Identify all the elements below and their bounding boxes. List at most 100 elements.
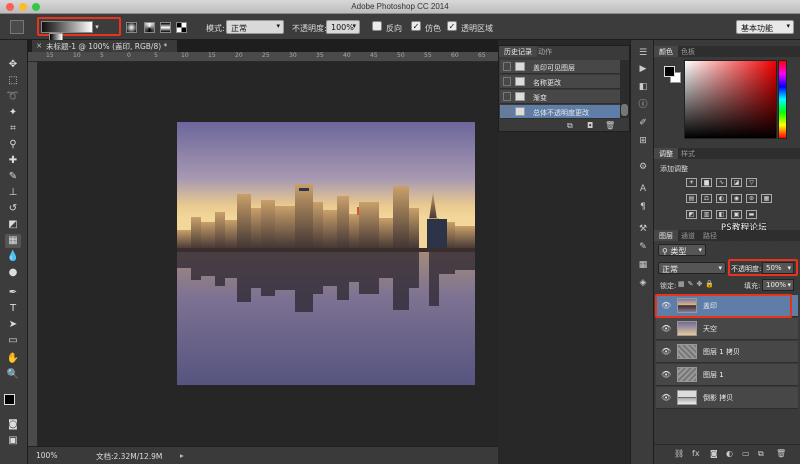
reflected-gradient-icon[interactable]: [160, 22, 171, 33]
mode-select[interactable]: 正常 ▾: [226, 20, 284, 34]
new-document-from-state-icon[interactable]: ⧉: [567, 121, 573, 131]
invert-icon[interactable]: ◩: [686, 210, 697, 219]
history-brush-tool-icon[interactable]: ↺: [5, 202, 21, 216]
layer-row[interactable]: 👁 图层 1 拷贝: [656, 341, 798, 363]
history-brush-source-icon[interactable]: [503, 62, 511, 71]
crop-tool-icon[interactable]: ⌗: [5, 122, 21, 136]
canvas-area[interactable]: [38, 62, 498, 446]
3d-panel-icon[interactable]: ◈: [636, 276, 650, 290]
blend-mode-select[interactable]: 正常 ▾: [658, 262, 726, 274]
character-panel-icon[interactable]: A: [636, 182, 650, 196]
history-item[interactable]: 总体不透明度更改: [500, 105, 620, 119]
tab-styles[interactable]: 样式: [676, 148, 700, 159]
foreground-color-swatch[interactable]: [664, 66, 675, 77]
layer-comps-icon[interactable]: ◧: [636, 80, 650, 94]
selective-color-icon[interactable]: ▣: [731, 210, 742, 219]
history-brush-source-icon[interactable]: [503, 77, 511, 86]
vibrance-icon[interactable]: ▽: [746, 178, 757, 187]
gradient-map-icon[interactable]: ▬: [746, 210, 757, 219]
pen-tool-icon[interactable]: ✒: [5, 286, 21, 300]
lock-icons[interactable]: ▦✎✥🔒: [678, 280, 717, 288]
radial-gradient-icon[interactable]: [126, 22, 137, 33]
history-scrollbar[interactable]: [620, 60, 629, 118]
actions-panel-icon[interactable]: ▶: [636, 62, 650, 76]
eyedropper-tool-icon[interactable]: ⚲: [5, 138, 21, 152]
brush-preset-icon[interactable]: ✐: [636, 116, 650, 130]
history-item[interactable]: 盖印可见图层: [500, 60, 620, 74]
eye-icon[interactable]: 👁: [661, 347, 671, 356]
brightness-contrast-icon[interactable]: ☀: [686, 178, 697, 187]
eye-icon[interactable]: 👁: [661, 393, 671, 402]
layer-filter-select[interactable]: ⚲ 类型 ▾: [658, 244, 706, 256]
clone-source-icon[interactable]: ⊞: [636, 134, 650, 148]
history-item[interactable]: 名称更改: [500, 75, 620, 89]
tool-presets-icon[interactable]: ⚒: [636, 222, 650, 236]
notes-icon[interactable]: ✎: [636, 240, 650, 254]
history-brush-source-icon[interactable]: [503, 92, 511, 101]
path-selection-tool-icon[interactable]: ➤: [5, 318, 21, 332]
reverse-checkbox[interactable]: [372, 21, 382, 31]
tab-layers[interactable]: 图层: [654, 230, 678, 241]
color-balance-icon[interactable]: ⚖: [701, 194, 712, 203]
close-icon[interactable]: ×: [36, 41, 42, 50]
info-panel-icon[interactable]: ⓘ: [636, 98, 650, 112]
hand-tool-icon[interactable]: ✋: [5, 352, 21, 366]
photo-filter-icon[interactable]: ◉: [731, 194, 742, 203]
layer-row[interactable]: 👁 天空: [656, 318, 798, 340]
channel-mixer-icon[interactable]: ⊛: [746, 194, 757, 203]
brush-tool-icon[interactable]: ✎: [5, 170, 21, 184]
tab-actions[interactable]: 动作: [533, 46, 557, 57]
color-spectrum[interactable]: [684, 60, 777, 139]
eraser-tool-icon[interactable]: ◩: [5, 218, 21, 232]
tab-swatches[interactable]: 色板: [676, 46, 700, 57]
gradient-tool-icon[interactable]: ▦: [5, 234, 21, 248]
layer-row[interactable]: 👁 倒影 拷贝: [656, 387, 798, 409]
link-layers-icon[interactable]: ⛓: [674, 449, 684, 458]
camera-icon[interactable]: ◘: [587, 121, 593, 130]
add-mask-icon[interactable]: ◙: [710, 449, 718, 458]
chevron-down-icon[interactable]: ▾: [93, 21, 101, 33]
posterize-icon[interactable]: ▥: [701, 210, 712, 219]
tab-adjustments[interactable]: 调整: [654, 148, 678, 159]
paragraph-panel-icon[interactable]: ¶: [636, 200, 650, 214]
new-layer-icon[interactable]: ⧉: [758, 449, 764, 459]
new-adjustment-layer-icon[interactable]: ◐: [726, 449, 733, 458]
workspace-select[interactable]: 基本功能 ▾: [736, 20, 794, 34]
threshold-icon[interactable]: ◧: [716, 210, 727, 219]
healing-brush-tool-icon[interactable]: ✚: [5, 154, 21, 168]
marquee-tool-icon[interactable]: ⬚: [5, 74, 21, 88]
canvas-image[interactable]: [177, 122, 475, 385]
eye-icon[interactable]: 👁: [661, 324, 671, 333]
tab-color[interactable]: 颜色: [654, 46, 678, 57]
move-tool-icon[interactable]: ✥: [5, 58, 21, 72]
chevron-right-icon[interactable]: ▸: [180, 451, 184, 460]
trash-icon[interactable]: 🗑: [605, 121, 615, 130]
diamond-gradient-icon[interactable]: [176, 22, 187, 33]
layer-row[interactable]: 👁 图层 1: [656, 364, 798, 386]
dither-checkbox[interactable]: ✓: [411, 21, 421, 31]
properties-icon[interactable]: ⚙: [636, 160, 650, 174]
curves-icon[interactable]: ∿: [716, 178, 727, 187]
lasso-tool-icon[interactable]: ➰: [5, 90, 21, 104]
hue-saturation-icon[interactable]: ▤: [686, 194, 697, 203]
gradient-tool-preset-icon[interactable]: [10, 20, 24, 34]
dodge-tool-icon[interactable]: ●: [5, 266, 21, 280]
tab-paths[interactable]: 路径: [698, 230, 722, 241]
eye-icon[interactable]: 👁: [661, 370, 671, 379]
levels-icon[interactable]: ▆: [701, 178, 712, 187]
shape-tool-icon[interactable]: ▭: [5, 334, 21, 348]
swatches-grid-icon[interactable]: ▦: [636, 258, 650, 272]
fill-input[interactable]: 100% ▾: [762, 279, 794, 291]
gradient-swatch[interactable]: [41, 21, 93, 33]
layer-opacity-input[interactable]: 50% ▾: [762, 262, 794, 274]
history-panel-icon[interactable]: ☰: [636, 46, 650, 60]
type-tool-icon[interactable]: T: [5, 302, 21, 316]
history-item[interactable]: 渐变: [500, 90, 620, 104]
color-lookup-icon[interactable]: ▦: [761, 194, 772, 203]
foreground-color-swatch[interactable]: [4, 394, 15, 405]
zoom-tool-icon[interactable]: 🔍: [5, 368, 21, 382]
exposure-icon[interactable]: ◪: [731, 178, 742, 187]
gradient-picker[interactable]: ▾: [37, 17, 121, 45]
tab-channels[interactable]: 通道: [676, 230, 700, 241]
quick-mask-icon[interactable]: ◙: [5, 418, 21, 432]
